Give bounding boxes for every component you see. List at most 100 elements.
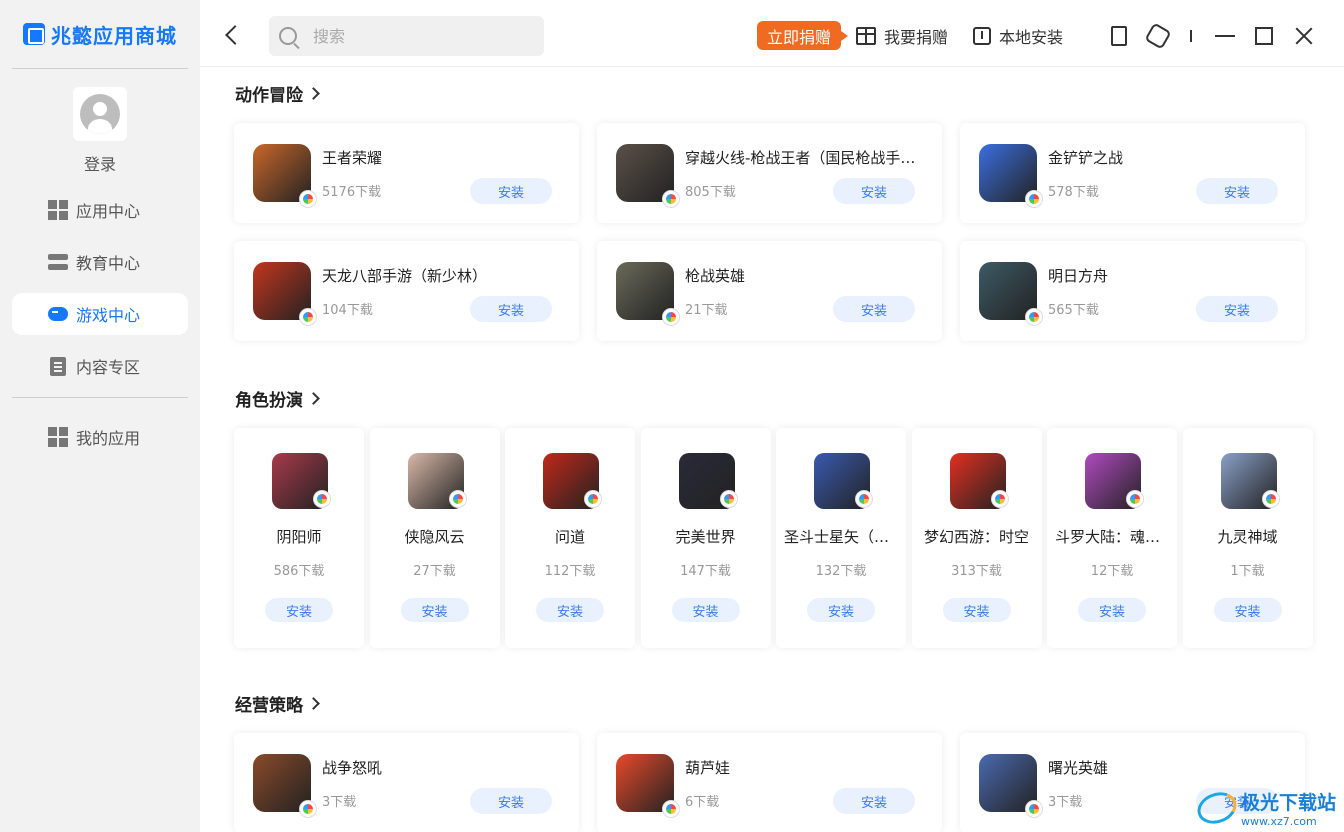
download-count: 132下载 xyxy=(815,564,867,579)
app-title: 兆懿应用商城 xyxy=(51,23,177,48)
action-adventure-grid: 王者荣耀 5176下载 安装 穿越火线-枪战王者（国民枪战手游） 805下载 安装 金铲铲之… xyxy=(234,123,1305,341)
install-button[interactable]: 安装 xyxy=(942,598,1011,622)
install-button[interactable]: 安装 xyxy=(833,788,915,814)
app-name[interactable]: 圣斗士星矢（正版授权） xyxy=(784,526,898,547)
download-count: 112下载 xyxy=(544,564,596,579)
store-badge-icon xyxy=(300,309,316,325)
install-button[interactable]: 安装 xyxy=(807,598,875,622)
app-card[interactable]: 圣斗士星矢（正版授权） 132下载安装 xyxy=(776,428,906,648)
download-count: 3下载 xyxy=(1048,795,1083,810)
app-name[interactable]: 阴阳师 xyxy=(242,526,356,547)
app-name[interactable]: 完美世界 xyxy=(649,526,763,547)
install-button[interactable]: 安装 xyxy=(1196,296,1278,322)
app-name[interactable]: 王者荣耀 xyxy=(322,147,557,168)
app-name[interactable]: 曙光英雄 xyxy=(1048,757,1283,778)
app-card[interactable]: 问道 112下载安装 xyxy=(505,428,635,648)
install-button[interactable]: 安装 xyxy=(1196,178,1278,204)
my-apps-icon xyxy=(48,427,68,447)
app-card[interactable]: 枪战英雄 21下载 安装 xyxy=(597,241,942,341)
search-box[interactable] xyxy=(269,16,544,56)
app-card[interactable]: 穿越火线-枪战王者（国民枪战手游） 805下载 安装 xyxy=(597,123,942,223)
app-name[interactable]: 九灵神域 xyxy=(1191,526,1305,547)
close-button[interactable] xyxy=(1293,25,1315,47)
store-badge-icon xyxy=(1262,491,1279,507)
local-install-button[interactable]: 本地安装 xyxy=(973,22,1063,50)
install-button[interactable]: 安装 xyxy=(400,598,469,622)
app-name[interactable]: 明日方舟 xyxy=(1048,265,1283,286)
settings-icon[interactable] xyxy=(1144,22,1172,50)
user-icon xyxy=(80,94,120,134)
install-button[interactable]: 安装 xyxy=(833,178,915,204)
app-name[interactable]: 金铲铲之战 xyxy=(1048,147,1283,168)
install-button[interactable]: 安装 xyxy=(470,178,552,204)
section-title-action[interactable]: 动作冒险 xyxy=(235,81,320,106)
search-icon xyxy=(279,27,297,45)
sidebar-item-games[interactable]: 游戏中心 xyxy=(12,293,188,335)
app-name[interactable]: 梦幻西游：时空 xyxy=(920,526,1034,547)
avatar[interactable] xyxy=(73,87,127,141)
app-name[interactable]: 侠隐风云 xyxy=(378,526,492,547)
app-card[interactable]: 战争怒吼 3下载 安装 xyxy=(234,733,579,832)
section-title-strategy[interactable]: 经营策略 xyxy=(235,691,320,716)
app-logo[interactable]: 兆懿应用商城 xyxy=(0,0,200,68)
chevron-right-icon xyxy=(307,697,320,710)
app-card[interactable]: 阴阳师 586下载 安装 xyxy=(234,428,364,648)
app-name[interactable]: 葫芦娃 xyxy=(685,757,920,778)
app-name[interactable]: 战争怒吼 xyxy=(322,757,557,778)
app-name[interactable]: 斗罗大陆：魂师对决 xyxy=(1055,526,1169,547)
sidebar-item-label: 游戏中心 xyxy=(76,306,141,325)
sidebar-item-education[interactable]: 教育中心 xyxy=(12,241,188,283)
section-title-text: 动作冒险 xyxy=(235,86,303,106)
app-card[interactable]: 九灵神域 1下载 安装 xyxy=(1182,428,1313,648)
maximize-button[interactable] xyxy=(1255,27,1273,45)
app-name[interactable]: 天龙八部手游（新少林） xyxy=(322,265,557,286)
login-link[interactable]: 登录 xyxy=(84,151,116,175)
install-button[interactable]: 安装 xyxy=(470,788,552,814)
install-button[interactable]: 安装 xyxy=(470,296,552,322)
store-badge-icon xyxy=(449,491,466,507)
app-card[interactable]: 葫芦娃 6下载 安装 xyxy=(597,733,942,832)
donate-now-badge[interactable]: 立即捐赠 xyxy=(757,21,849,50)
app-name[interactable]: 问道 xyxy=(513,526,627,547)
app-name[interactable]: 枪战英雄 xyxy=(685,265,920,286)
app-card[interactable]: 梦幻西游：时空 313下载安装 xyxy=(911,428,1042,648)
app-card[interactable]: 侠隐风云 27下载 安装 xyxy=(369,428,500,648)
section-title-rpg[interactable]: 角色扮演 xyxy=(235,386,320,411)
education-stack-icon xyxy=(48,252,68,272)
search-input[interactable] xyxy=(313,26,513,46)
download-count: 147下载 xyxy=(680,564,731,579)
watermark: 极光下载站 www.xz7.com xyxy=(1193,787,1336,829)
donate-button[interactable]: 我要捐赠 xyxy=(856,22,948,50)
sidebar-item-my-apps[interactable]: 我的应用 xyxy=(12,416,188,458)
app-card[interactable]: 完美世界 147下载安装 xyxy=(640,428,771,648)
user-login-area[interactable]: 登录 xyxy=(0,69,200,175)
install-button[interactable]: 安装 xyxy=(1213,598,1282,622)
install-button[interactable]: 安装 xyxy=(833,296,915,322)
store-badge-icon xyxy=(1026,309,1042,325)
minimize-button[interactable] xyxy=(1215,35,1235,37)
gift-icon xyxy=(856,27,876,45)
install-button[interactable]: 安装 xyxy=(536,598,604,622)
back-button[interactable] xyxy=(222,24,242,48)
install-button[interactable]: 安装 xyxy=(265,598,333,622)
app-card[interactable]: 金铲铲之战 578下载 安装 xyxy=(960,123,1305,223)
download-count: 805下载 xyxy=(685,185,736,200)
install-button[interactable]: 安装 xyxy=(671,598,740,622)
store-badge-icon xyxy=(300,191,316,207)
store-badge-icon xyxy=(663,801,679,817)
app-card[interactable]: 斗罗大陆：魂师对决 12下载安装 xyxy=(1047,428,1177,648)
sidebar-item-label: 我的应用 xyxy=(76,429,141,448)
sidebar-item-apps[interactable]: 应用中心 xyxy=(12,189,188,231)
download-count: 313下载 xyxy=(951,564,1002,579)
file-transfer-icon[interactable] xyxy=(1111,26,1127,46)
sidebar-item-content[interactable]: 内容专区 xyxy=(12,345,188,387)
install-button[interactable]: 安装 xyxy=(1078,598,1146,622)
app-card[interactable]: 天龙八部手游（新少林） 104下载 安装 xyxy=(234,241,579,341)
store-badge-icon xyxy=(663,191,679,207)
store-badge-icon xyxy=(1127,491,1143,507)
download-count: 5176下载 xyxy=(322,185,382,200)
app-card[interactable]: 王者荣耀 5176下载 安装 xyxy=(234,123,579,223)
app-card[interactable]: 明日方舟 565下载 安装 xyxy=(960,241,1305,341)
separator-icon xyxy=(1190,30,1192,42)
app-name[interactable]: 穿越火线-枪战王者（国民枪战手游） xyxy=(685,147,920,168)
